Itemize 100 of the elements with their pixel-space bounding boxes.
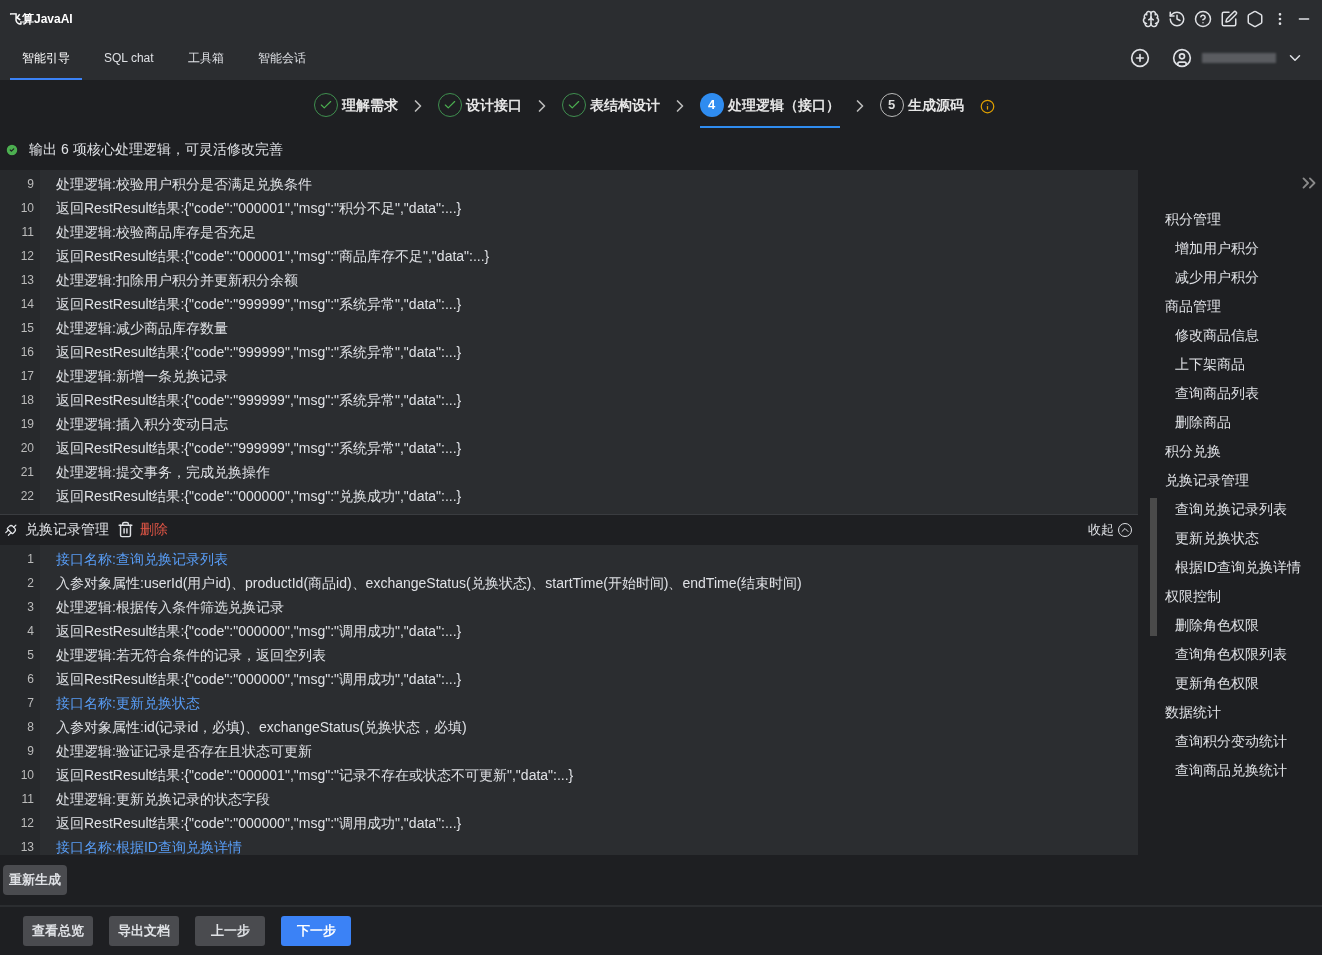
code-line: 返回RestResult结果:{"code":"999999","msg":"系统异常","data":...} [56,390,463,410]
line-number: 8 [26,719,35,737]
line-number: 10 [19,199,35,217]
delete-button[interactable]: 删除 [117,519,168,541]
footer-button[interactable]: 上一步 [195,916,265,946]
section-title: 兑换记录管理 [25,520,109,540]
outline-group[interactable]: 权限控制 [1165,582,1322,611]
code-line: 处理逻辑:校验商品库存是否充足 [56,222,257,242]
code-line: 处理逻辑:验证记录是否存在且状态可更新 [56,742,313,762]
code-line: 返回RestResult结果:{"code":"000000","msg":"调用成功","data":...} [56,622,463,642]
code-line: 处理逻辑:扣除用户积分并更新积分余额 [56,270,299,290]
line-number: 13 [19,839,35,856]
line-number: 13 [19,271,35,289]
line-number: 4 [26,623,35,641]
line-number: 12 [19,815,35,833]
interface-name-line: 接口名称:查询兑换记录列表 [56,550,229,570]
line-number: 18 [19,391,35,409]
footer-button[interactable]: 查看总览 [23,916,93,946]
user-icon[interactable] [1172,48,1192,68]
code-line: 返回RestResult结果:{"code":"999999","msg":"系统异常","data":...} [56,438,463,458]
code-line: 返回RestResult结果:{"code":"999999","msg":"系统异常","data":...} [56,294,463,314]
outline-item[interactable]: 根据ID查询兑换详情 [1165,553,1322,582]
code-line: 返回RestResult结果:{"code":"000000","msg":"调用成功","data":...} [56,814,463,834]
line-number: 3 [26,599,35,617]
code-line: 处理逻辑:提交事务，完成兑换操作 [56,462,271,482]
add-icon[interactable] [1130,48,1150,68]
code-line: 入参对象属性:id(记录id，必填)、exchangeStatus(兑换状态，必填) [56,718,468,738]
line-number: 20 [19,439,35,457]
outline-group[interactable]: 商品管理 [1165,292,1322,321]
interface-name-line: 接口名称:根据ID查询兑换详情 [56,838,243,856]
code-line: 入参对象属性:userId(用户id)、productId(商品id)、exchangeStatus(兑换状态)、startTime(开始时间)、endTime(结束时间) [56,574,802,594]
step-number: 4 [699,93,724,117]
collapse-button[interactable]: 收起 [1088,520,1132,540]
step-label[interactable]: 设计接口 [465,94,522,116]
line-number: 15 [19,319,35,337]
line-number: 14 [19,295,35,313]
code-line: 返回RestResult结果:{"code":"000000","msg":"兑换成功","data":...} [56,486,463,506]
line-number: 22 [19,487,35,505]
app-title: 飞算JavaAI [10,11,73,28]
line-number: 11 [20,223,35,241]
line-number: 19 [19,415,35,433]
code-line: 返回RestResult结果:{"code":"999999","msg":"系统异常","data":...} [56,342,463,362]
outline-item[interactable]: 查询兑换记录列表 [1165,495,1322,524]
outline-item[interactable]: 删除角色权限 [1165,611,1322,640]
line-number: 12 [19,247,35,265]
line-number: 21 [19,463,35,481]
outline-group[interactable]: 数据统计 [1165,698,1322,727]
line-number: 16 [19,343,35,361]
regenerate-button[interactable]: 重新生成 [3,865,67,896]
edit-icon[interactable] [1220,10,1238,28]
line-number: 9 [26,175,35,193]
code-line: 处理逻辑:插入积分变动日志 [56,414,229,434]
brain-icon[interactable] [1142,10,1160,28]
outline-item[interactable]: 更新兑换状态 [1165,524,1322,553]
info-icon[interactable] [979,98,995,114]
step-label[interactable]: 生成源码 [907,94,964,116]
outline-item[interactable]: 更新角色权限 [1165,669,1322,698]
line-number: 5 [26,647,35,665]
code-line: 处理逻辑:减少商品库存数量 [56,318,229,338]
tab[interactable]: 智能引导 [10,38,82,80]
interface-name-line: 接口名称:更新兑换状态 [56,694,201,714]
tab[interactable]: 智能会话 [245,38,318,80]
outline-group[interactable]: 积分兑换 [1165,437,1322,466]
outline-item[interactable]: 减少用户积分 [1165,263,1322,292]
code-line: 处理逻辑:新增一条兑换记录 [56,366,229,386]
code-line: 返回RestResult结果:{"code":"000001","msg":"积分不足","data":...} [56,198,463,218]
step-label[interactable]: 理解需求 [341,94,398,116]
code-line: 处理逻辑:若无符合条件的记录，返回空列表 [56,646,327,666]
outline-item[interactable]: 查询商品列表 [1165,379,1322,408]
settings-icon[interactable] [1246,10,1264,28]
scrollbar-thumb[interactable] [1150,498,1157,636]
line-number: 1 [26,551,35,569]
outline-item[interactable]: 修改商品信息 [1165,321,1322,350]
footer-button[interactable]: 导出文档 [109,916,179,946]
code-line: 返回RestResult结果:{"code":"000000","msg":"调用成功","data":...} [56,670,463,690]
outline-item[interactable]: 查询积分变动统计 [1165,727,1322,756]
line-number: 7 [26,695,35,713]
outline-item[interactable]: 增加用户积分 [1165,234,1322,263]
outline-group[interactable]: 积分管理 [1165,205,1322,234]
code-line: 处理逻辑:根据传入条件筛选兑换记录 [56,598,285,618]
step-label[interactable]: 表结构设计 [589,94,660,116]
line-number: 17 [19,367,35,385]
footer-button[interactable]: 下一步 [281,916,351,946]
outline-item[interactable]: 上下架商品 [1165,350,1322,379]
help-icon[interactable] [1194,10,1212,28]
line-number: 9 [26,743,35,761]
code-line: 处理逻辑:校验用户积分是否满足兑换条件 [56,174,313,194]
trash-icon [117,521,134,539]
history-icon[interactable] [1168,10,1186,28]
tab[interactable]: 工具箱 [175,38,236,80]
outline-item[interactable]: 查询角色权限列表 [1165,640,1322,669]
tab[interactable]: SQL chat [92,38,166,80]
code-line: 返回RestResult结果:{"code":"000001","msg":"记录不存在或状态不可更新","data":...} [56,766,575,786]
step-label[interactable]: 处理逻辑（接口） [727,94,840,116]
code-line: 处理逻辑:更新兑换记录的状态字段 [56,790,271,810]
line-number: 2 [26,575,35,593]
outline-item[interactable]: 删除商品 [1165,408,1322,437]
line-number: 6 [26,671,35,689]
outline-group[interactable]: 兑换记录管理 [1165,466,1322,495]
outline-item[interactable]: 查询商品兑换统计 [1165,756,1322,785]
